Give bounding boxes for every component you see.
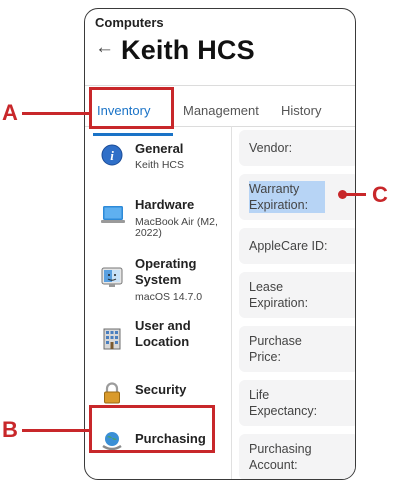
sidebar-item-hardware[interactable]: Hardware MacBook Air (M2, 2022) (85, 190, 231, 246)
building-icon (103, 328, 121, 350)
life-expectancy-field[interactable]: Life Expectancy: (239, 380, 355, 426)
field-label: Life Expectancy: (249, 388, 318, 418)
header: Computers ← Keith HCS (85, 9, 355, 85)
tab-management[interactable]: Management (183, 103, 259, 118)
callout-c-letter: C (372, 182, 388, 207)
sidebar-item-operating-system[interactable]: Operating System macOS 14.7.0 (85, 252, 231, 310)
sidebar-item-label: Operating System (135, 256, 197, 287)
lease-expiration-field[interactable]: Lease Expiration: (239, 272, 355, 318)
sidebar-item-subtitle: MacBook Air (M2, 2022) (135, 216, 218, 239)
callout-b-line (22, 429, 90, 432)
callout-b-letter: B (2, 417, 18, 442)
sidebar-item-subtitle: macOS 14.7.0 (135, 291, 203, 303)
laptop-icon (101, 206, 125, 223)
purchase-price-field[interactable]: Purchase Price: (239, 326, 355, 372)
info-icon: i (101, 144, 123, 166)
back-arrow-icon[interactable]: ← (95, 37, 114, 59)
field-label: AppleCare ID: (249, 239, 328, 253)
purchasing-details: Vendor: Warranty Expiration: AppleCare I… (239, 126, 355, 479)
padlock-icon (104, 382, 120, 404)
field-label: Vendor: (249, 141, 293, 155)
callout-a-letter: A (2, 100, 18, 125)
sidebar-item-user-and-location[interactable]: User and Location (85, 314, 231, 368)
sidebar-item-label: General (135, 141, 184, 156)
purchasing-account-field[interactable]: Purchasing Account: (239, 434, 355, 479)
callout-a-line (22, 112, 90, 115)
breadcrumb[interactable]: Computers (95, 15, 164, 30)
field-label: Lease Expiration: (249, 280, 309, 310)
field-label: Purchasing Account: (249, 442, 312, 472)
sidebar-divider (231, 126, 232, 479)
page-title: Keith HCS (121, 35, 255, 65)
sidebar-item-label: Security (135, 382, 187, 397)
field-label: Warranty Expiration: (249, 181, 325, 213)
vendor-field[interactable]: Vendor: (239, 130, 355, 166)
applecare-id-field[interactable]: AppleCare ID: (239, 228, 355, 264)
sidebar-item-label: User and Location (135, 318, 191, 349)
callout-b-box (89, 405, 215, 453)
callout-a-box (89, 87, 174, 129)
sidebar-item-subtitle: Keith HCS (135, 159, 185, 171)
callout-c-dot (338, 190, 347, 199)
field-label: Purchase Price: (249, 334, 302, 364)
sidebar-item-general[interactable]: i General Keith HCS (85, 136, 231, 186)
svg-text:i: i (110, 148, 114, 163)
sidebar-item-label: Hardware (135, 197, 195, 212)
tab-history[interactable]: History (281, 103, 321, 118)
finder-icon (101, 267, 123, 287)
